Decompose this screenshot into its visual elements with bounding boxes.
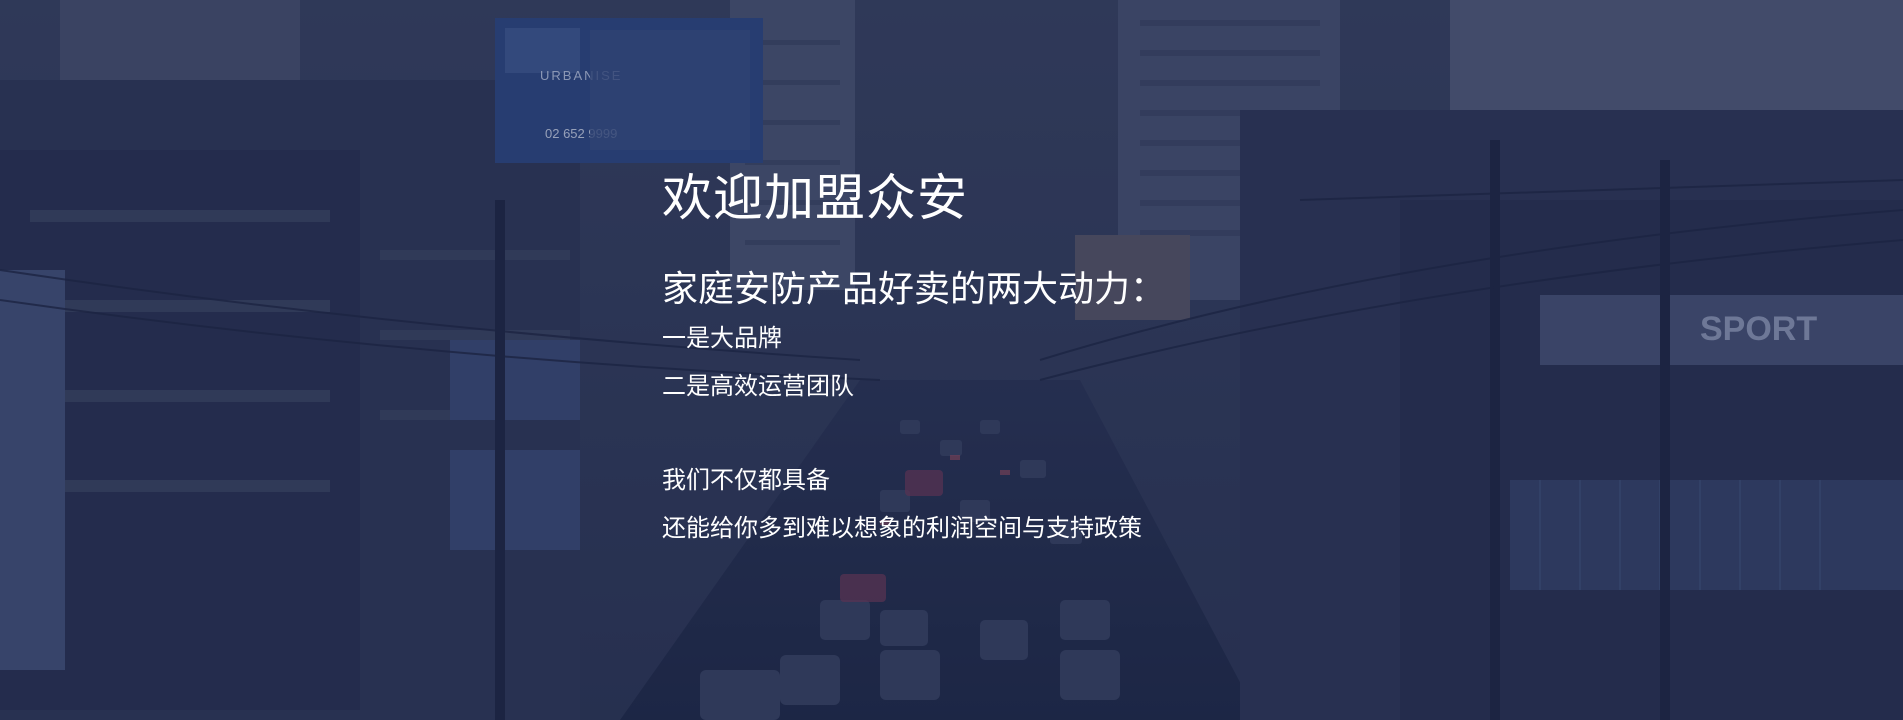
hero-banner: URBANISE 02 652 9999 SPORT 欢迎加盟众安 家庭安防产品… [0, 0, 1903, 720]
closing-line-2: 还能给你多到难以想象的利润空间与支持政策 [662, 514, 1142, 542]
point-brand: 一是大品牌 [662, 324, 782, 352]
hero-title: 欢迎加盟众安 [662, 169, 968, 227]
point-team: 二是高效运营团队 [662, 372, 854, 400]
hero-subtitle: 家庭安防产品好卖的两大动力： [662, 269, 1167, 310]
hero-copy: 欢迎加盟众安 家庭安防产品好卖的两大动力： 一是大品牌 二是高效运营团队 我们不… [662, 166, 1362, 552]
closing-line-1: 我们不仅都具备 [662, 466, 830, 494]
